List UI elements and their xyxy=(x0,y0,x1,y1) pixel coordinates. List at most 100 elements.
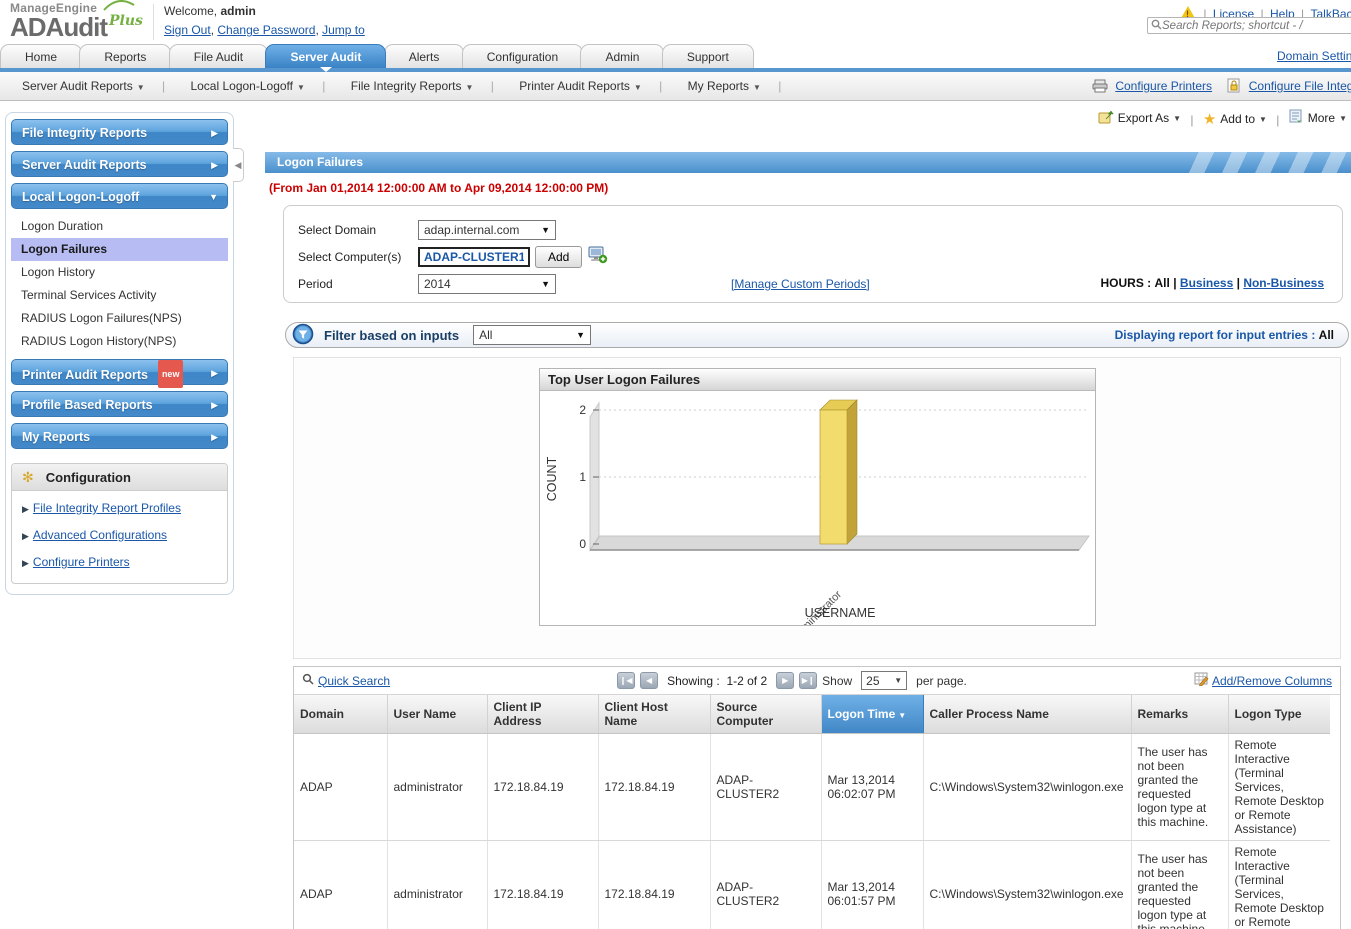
config-link-configure-printers[interactable]: ▶Configure Printers xyxy=(22,555,219,569)
chevron-down-icon: ▼ xyxy=(634,83,642,92)
hours-business-link[interactable]: Business xyxy=(1180,276,1233,290)
cell-caller-process: C:\Windows\System32\winlogon.exe xyxy=(923,734,1131,841)
computers-input[interactable] xyxy=(418,247,530,267)
tab-support[interactable]: Support xyxy=(662,44,754,68)
first-page-button[interactable]: ❙◀ xyxy=(617,672,635,689)
chevron-right-icon: ▶ xyxy=(211,120,218,146)
chevron-down-icon: ▼ xyxy=(894,676,902,685)
tab-reports[interactable]: Reports xyxy=(79,44,171,68)
page: ManageEngine ADAudit Plus Welcome, admin… xyxy=(0,0,1351,929)
showing-label: Showing : xyxy=(667,674,720,688)
column-header-user-name[interactable]: User Name xyxy=(387,695,487,734)
quick-search[interactable]: Quick Search xyxy=(302,673,390,688)
hours-all[interactable]: All xyxy=(1155,276,1170,290)
cell-client-host: 172.18.84.19 xyxy=(598,734,710,841)
add-computer-button[interactable]: Add xyxy=(535,246,582,268)
tab-home[interactable]: Home xyxy=(0,44,82,68)
report-title-bar: Logon Failures xyxy=(265,152,1351,173)
column-header-caller-process[interactable]: Caller Process Name xyxy=(923,695,1131,734)
jump-to-link[interactable]: Jump to xyxy=(322,23,365,37)
configuration-box: ✻Configuration ▶File Integrity Report Pr… xyxy=(11,463,228,584)
sidebar-section-profile-based-reports[interactable]: Profile Based Reports▶ xyxy=(11,391,228,417)
sidebar-section-printer-audit-reports[interactable]: Printer Audit Reportsnew ▶ xyxy=(11,359,228,385)
product-suffix: Plus xyxy=(109,13,143,29)
more-menu[interactable]: More▼ xyxy=(1289,109,1347,127)
next-page-button[interactable]: ▶ xyxy=(776,672,794,689)
sidebar-item-logon-failures[interactable]: Logon Failures xyxy=(11,238,228,261)
search-input[interactable] xyxy=(1162,20,1351,32)
domain-select[interactable]: adap.internal.com▼ xyxy=(418,220,556,240)
select-domain-label: Select Domain xyxy=(298,223,418,237)
tab-admin[interactable]: Admin xyxy=(580,44,664,68)
bullet-arrow-icon: ▶ xyxy=(22,558,29,568)
welcome-block: Welcome, admin Sign Out, Change Password… xyxy=(153,4,365,40)
sidebar-item-terminal-services-activity[interactable]: Terminal Services Activity xyxy=(11,284,228,307)
add-remove-columns[interactable]: Add/Remove Columns xyxy=(1194,672,1332,689)
sort-desc-icon: ▼ xyxy=(898,711,906,720)
cell-user-name: administrator xyxy=(387,841,487,929)
sidebar-item-logon-duration[interactable]: Logon Duration xyxy=(11,215,228,238)
page-size-select[interactable]: 25▼ xyxy=(861,671,907,690)
column-header-client-ip[interactable]: Client IP Address xyxy=(487,695,598,734)
column-header-logon-type[interactable]: Logon Type xyxy=(1228,695,1330,734)
export-as-menu[interactable]: Export As▼ xyxy=(1098,109,1181,127)
sidebar-item-logon-history[interactable]: Logon History xyxy=(11,261,228,284)
sidebar-section-my-reports[interactable]: My Reports▶ xyxy=(11,423,228,449)
domain-settings-link[interactable]: Domain Settings xyxy=(1277,49,1351,63)
global-search[interactable] xyxy=(1147,17,1351,34)
sidebar-item-radius-logon-failures[interactable]: RADIUS Logon Failures(NPS) xyxy=(11,307,228,330)
subnav-printer-audit-reports[interactable]: Printer Audit Reports▼ xyxy=(497,72,656,102)
chevron-down-icon: ▼ xyxy=(1173,114,1181,123)
filter-bar: Filter based on inputs All▼ Displaying r… xyxy=(285,322,1349,348)
config-link-file-integrity-report-profiles[interactable]: ▶File Integrity Report Profiles xyxy=(22,501,219,515)
configure-printers-link[interactable]: Configure Printers xyxy=(1115,79,1212,93)
report-subnav: Server Audit Reports▼ | Local Logon-Logo… xyxy=(0,72,1351,101)
configure-file-integrity-link[interactable]: Configure File Integrity xyxy=(1249,79,1351,93)
report-sidebar: File Integrity Reports▶ Server Audit Rep… xyxy=(5,112,234,595)
add-to-menu[interactable]: ★ Add to▼ xyxy=(1203,110,1267,128)
subnav-local-logon-logoff[interactable]: Local Logon-Logoff▼ xyxy=(168,72,318,102)
configuration-header: ✻Configuration xyxy=(12,464,227,491)
add-computer-icon[interactable] xyxy=(587,246,608,267)
logo-swoosh-icon xyxy=(102,0,136,14)
sidebar-section-server-audit-reports[interactable]: Server Audit Reports▶ xyxy=(11,151,228,177)
per-page-label: per page. xyxy=(916,674,967,688)
tab-configuration[interactable]: Configuration xyxy=(462,44,583,68)
filter-select[interactable]: All▼ xyxy=(473,325,591,345)
app-logo: ManageEngine ADAudit Plus xyxy=(10,1,145,39)
column-header-client-host[interactable]: Client Host Name xyxy=(598,695,710,734)
tab-server-audit[interactable]: Server Audit xyxy=(265,44,386,68)
cell-domain: ADAP xyxy=(294,841,387,929)
prev-page-button[interactable]: ◀ xyxy=(640,672,658,689)
subnav-file-integrity-reports[interactable]: File Integrity Reports▼ xyxy=(329,72,488,102)
tab-file-audit[interactable]: File Audit xyxy=(169,44,268,68)
sidebar-section-file-integrity-reports[interactable]: File Integrity Reports▶ xyxy=(11,119,228,145)
subnav-server-audit-reports[interactable]: Server Audit Reports▼ xyxy=(0,72,159,102)
subnav-my-reports[interactable]: My Reports▼ xyxy=(666,72,775,102)
period-select[interactable]: 2014▼ xyxy=(418,274,556,294)
pagination: ❙◀ ◀ Showing : 1-2 of 2 ▶ ▶❙ Show 25▼ pe… xyxy=(390,671,1194,690)
chevron-down-icon: ▼ xyxy=(209,184,218,210)
chevron-down-icon: ▼ xyxy=(137,83,145,92)
chevron-down-icon: ▼ xyxy=(1339,114,1347,123)
export-icon xyxy=(1098,109,1114,127)
cell-client-host: 172.18.84.19 xyxy=(598,841,710,929)
cell-remarks: The user has not been granted the reques… xyxy=(1131,841,1228,929)
logon-failures-chart: Top User Logon Failures xyxy=(539,368,1096,626)
config-link-advanced-configurations[interactable]: ▶Advanced Configurations xyxy=(22,528,219,542)
chevron-right-icon: ▶ xyxy=(211,360,218,386)
column-header-logon-time[interactable]: Logon Time▼ xyxy=(821,695,923,734)
change-password-link[interactable]: Change Password xyxy=(217,23,315,37)
column-header-source-computer[interactable]: Source Computer xyxy=(710,695,821,734)
sidebar-section-local-logon-logoff[interactable]: Local Logon-Logoff▼ xyxy=(11,183,228,209)
hours-non-business-link[interactable]: Non-Business xyxy=(1243,276,1324,290)
sidebar-item-radius-logon-history[interactable]: RADIUS Logon History(NPS) xyxy=(11,330,228,353)
sidebar-collapse-handle[interactable]: ◀ xyxy=(233,148,244,182)
column-header-domain[interactable]: Domain xyxy=(294,695,387,734)
column-header-remarks[interactable]: Remarks xyxy=(1131,695,1228,734)
manage-custom-periods-link[interactable]: [Manage Custom Periods] xyxy=(731,277,870,291)
sign-out-link[interactable]: Sign Out xyxy=(164,23,211,37)
last-page-button[interactable]: ▶❙ xyxy=(799,672,817,689)
tab-alerts[interactable]: Alerts xyxy=(384,44,465,68)
chevron-right-icon: ▶ xyxy=(211,152,218,178)
